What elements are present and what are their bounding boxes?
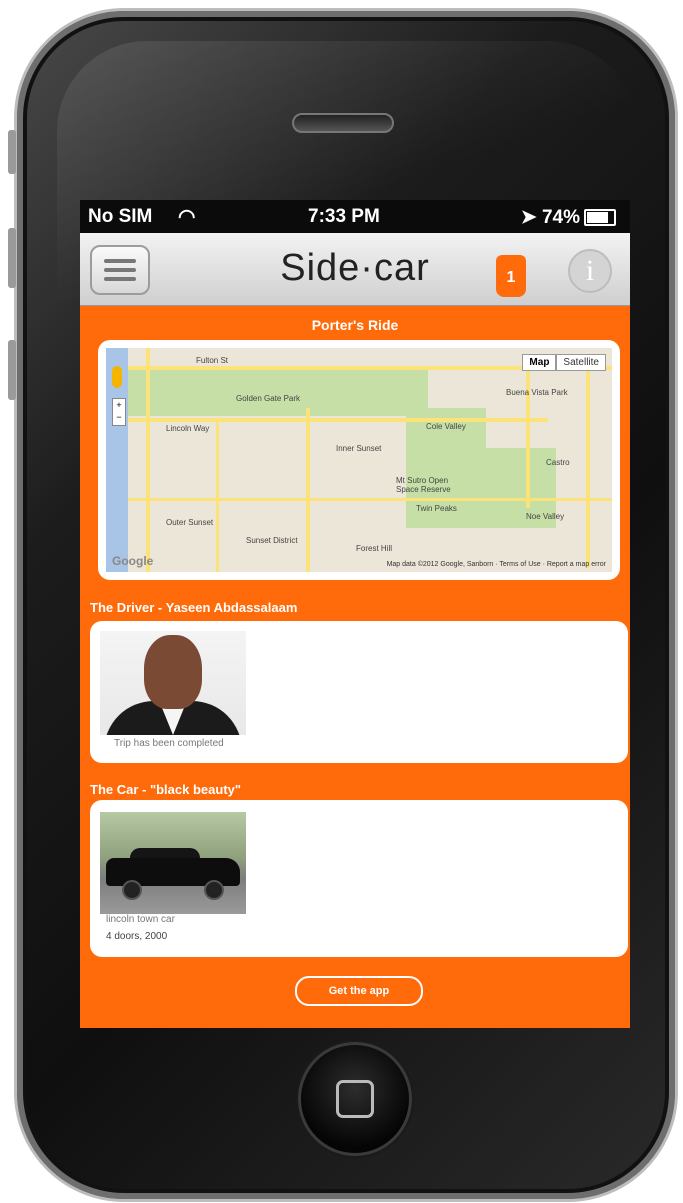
- ride-title: Porter's Ride: [311, 317, 399, 333]
- car-card: lincoln town car 4 doors, 2000: [90, 800, 628, 957]
- map-view[interactable]: Fulton St Golden Gate Park Lincoln Way I…: [106, 348, 612, 572]
- carrier-label: No SIM: [88, 206, 153, 227]
- mute-switch: [8, 130, 16, 174]
- car-section-title: The Car - "black beauty": [90, 782, 242, 797]
- road: [586, 368, 590, 568]
- map-label: Cole Valley: [426, 422, 466, 431]
- map-card: Fulton St Golden Gate Park Lincoln Way I…: [98, 340, 620, 580]
- nav-bar: Side·car 1 i: [80, 233, 630, 306]
- map-label: Golden Gate Park: [236, 394, 301, 403]
- road: [128, 498, 612, 501]
- map-type-toggle: Map Satellite: [522, 354, 606, 371]
- map-label: Buena Vista Park: [506, 388, 568, 397]
- google-logo: Google: [112, 554, 154, 568]
- map-label: Sunset District: [246, 536, 298, 545]
- map-label: Lincoln Way: [166, 424, 210, 433]
- driver-photo: [100, 631, 246, 735]
- driver-section-title: The Driver - Yaseen Abdassalaam: [90, 600, 298, 615]
- map-type-map-button[interactable]: Map: [522, 354, 557, 371]
- road: [306, 408, 310, 572]
- map-label: Fulton St: [196, 356, 229, 365]
- wifi-icon: ◠: [178, 206, 196, 228]
- get-app-button[interactable]: Get the app: [295, 976, 423, 1006]
- info-button[interactable]: i: [568, 249, 612, 293]
- trip-status: Trip has been completed: [114, 738, 224, 749]
- driver-head: [144, 635, 202, 709]
- road: [216, 418, 219, 572]
- map-label: Forest Hill: [356, 544, 393, 553]
- car-photo: [100, 812, 246, 914]
- road: [128, 418, 548, 422]
- volume-up-button: [8, 228, 16, 288]
- volume-down-button: [8, 340, 16, 400]
- car-wheel: [204, 880, 224, 900]
- driver-card: Trip has been completed: [90, 621, 628, 763]
- status-bar: No SIM ◠ 7:33 PM ➤ 74%: [80, 200, 630, 233]
- battery-percent: 74%: [541, 207, 580, 228]
- home-button[interactable]: [298, 1042, 412, 1156]
- road: [146, 348, 150, 572]
- map-label: Inner Sunset: [336, 444, 382, 453]
- car-wheel: [122, 880, 142, 900]
- map-label: Castro: [546, 458, 570, 467]
- map-label: Twin Peaks: [416, 504, 457, 513]
- map-label: Outer Sunset: [166, 518, 214, 527]
- car-model: lincoln town car: [106, 914, 175, 925]
- map-label: Noe Valley: [526, 512, 565, 521]
- map-footer[interactable]: Map data ©2012 Google, Sanborn · Terms o…: [387, 561, 606, 568]
- app-screen: No SIM ◠ 7:33 PM ➤ 74% Side·car 1 i Port…: [80, 200, 630, 1028]
- battery-icon: [584, 209, 616, 227]
- map-type-satellite-button[interactable]: Satellite: [556, 354, 606, 371]
- park-area: [128, 370, 428, 416]
- map-label: Mt Sutro Open Space Reserve: [396, 476, 451, 494]
- status-right: ➤ 74%: [521, 206, 616, 229]
- home-square-icon: [336, 1080, 374, 1118]
- clock: 7:33 PM: [308, 206, 380, 227]
- street-view-pegman-icon[interactable]: [112, 366, 122, 388]
- location-arrow-icon: ➤: [520, 207, 537, 228]
- zoom-control[interactable]: + −: [112, 398, 126, 426]
- app-logo: Side·car: [280, 247, 430, 289]
- earpiece-speaker: [292, 113, 394, 133]
- notification-tag-icon[interactable]: 1: [496, 255, 526, 297]
- car-details: 4 doors, 2000: [106, 931, 168, 942]
